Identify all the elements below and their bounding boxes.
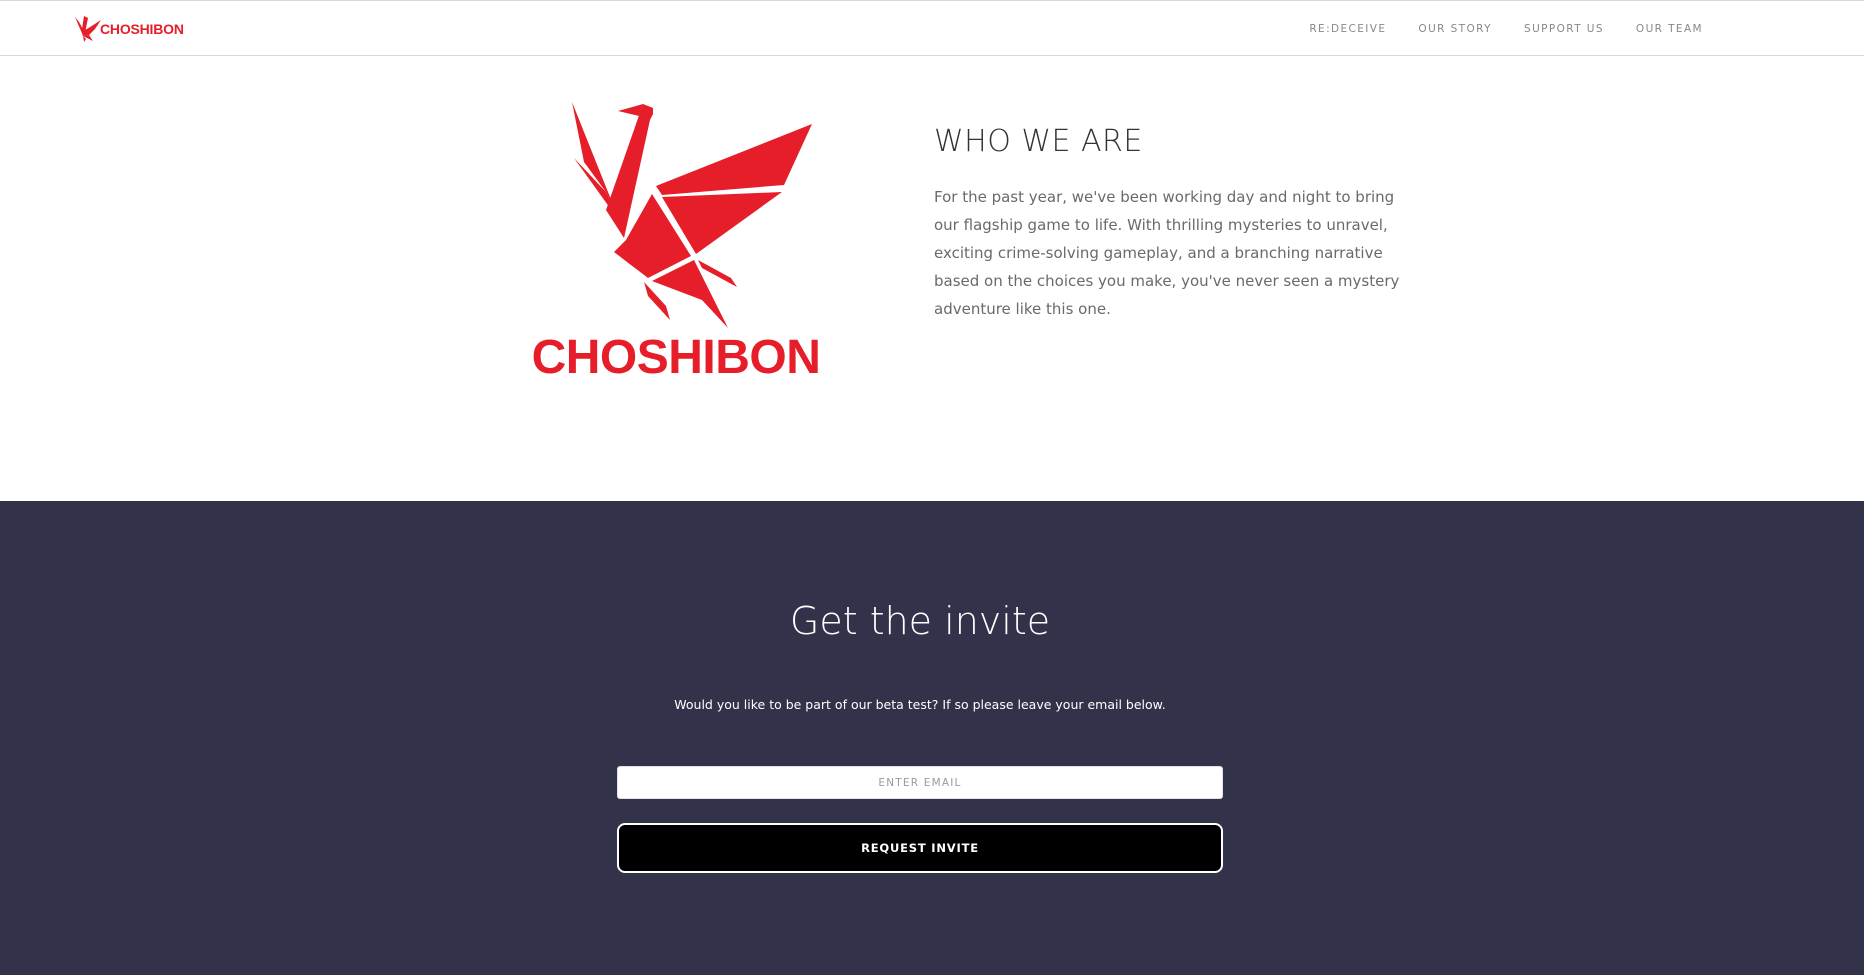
- nav-item-our-team[interactable]: OUR TEAM: [1636, 23, 1703, 35]
- who-we-are-section: CHOSHIBON WHO WE ARE For the past year, …: [0, 56, 1864, 501]
- nav-item-support-us[interactable]: SUPPORT US: [1524, 23, 1604, 35]
- brand-name: CHOSHIBON: [100, 21, 184, 37]
- email-input[interactable]: [617, 766, 1223, 799]
- nav-item-our-story[interactable]: OUR STORY: [1418, 23, 1492, 35]
- top-navbar: CHOSHIBON RE:DECEIVE OUR STORY SUPPORT U…: [0, 0, 1864, 56]
- invite-subtitle: Would you like to be part of our beta te…: [674, 697, 1166, 712]
- origami-crane-icon: [572, 102, 812, 328]
- about-paragraph: For the past year, we've been working da…: [934, 188, 1400, 318]
- origami-crane-icon: [75, 16, 101, 42]
- brand-logo-link[interactable]: CHOSHIBON: [72, 15, 184, 43]
- about-text-block: WHO WE ARE For the past year, we've been…: [934, 124, 1404, 323]
- main-nav: RE:DECEIVE OUR STORY SUPPORT US OUR TEAM: [1277, 1, 1703, 57]
- request-invite-button[interactable]: REQUEST INVITE: [617, 823, 1223, 873]
- invite-title: Get the invite: [789, 599, 1051, 643]
- section-title: WHO WE ARE: [934, 124, 1143, 159]
- nav-item-redeceive[interactable]: RE:DECEIVE: [1309, 23, 1386, 35]
- choshibon-logo: CHOSHIBON: [526, 100, 826, 440]
- logo-wordmark: CHOSHIBON: [531, 331, 821, 384]
- invite-section: Get the invite Would you like to be part…: [0, 501, 1864, 975]
